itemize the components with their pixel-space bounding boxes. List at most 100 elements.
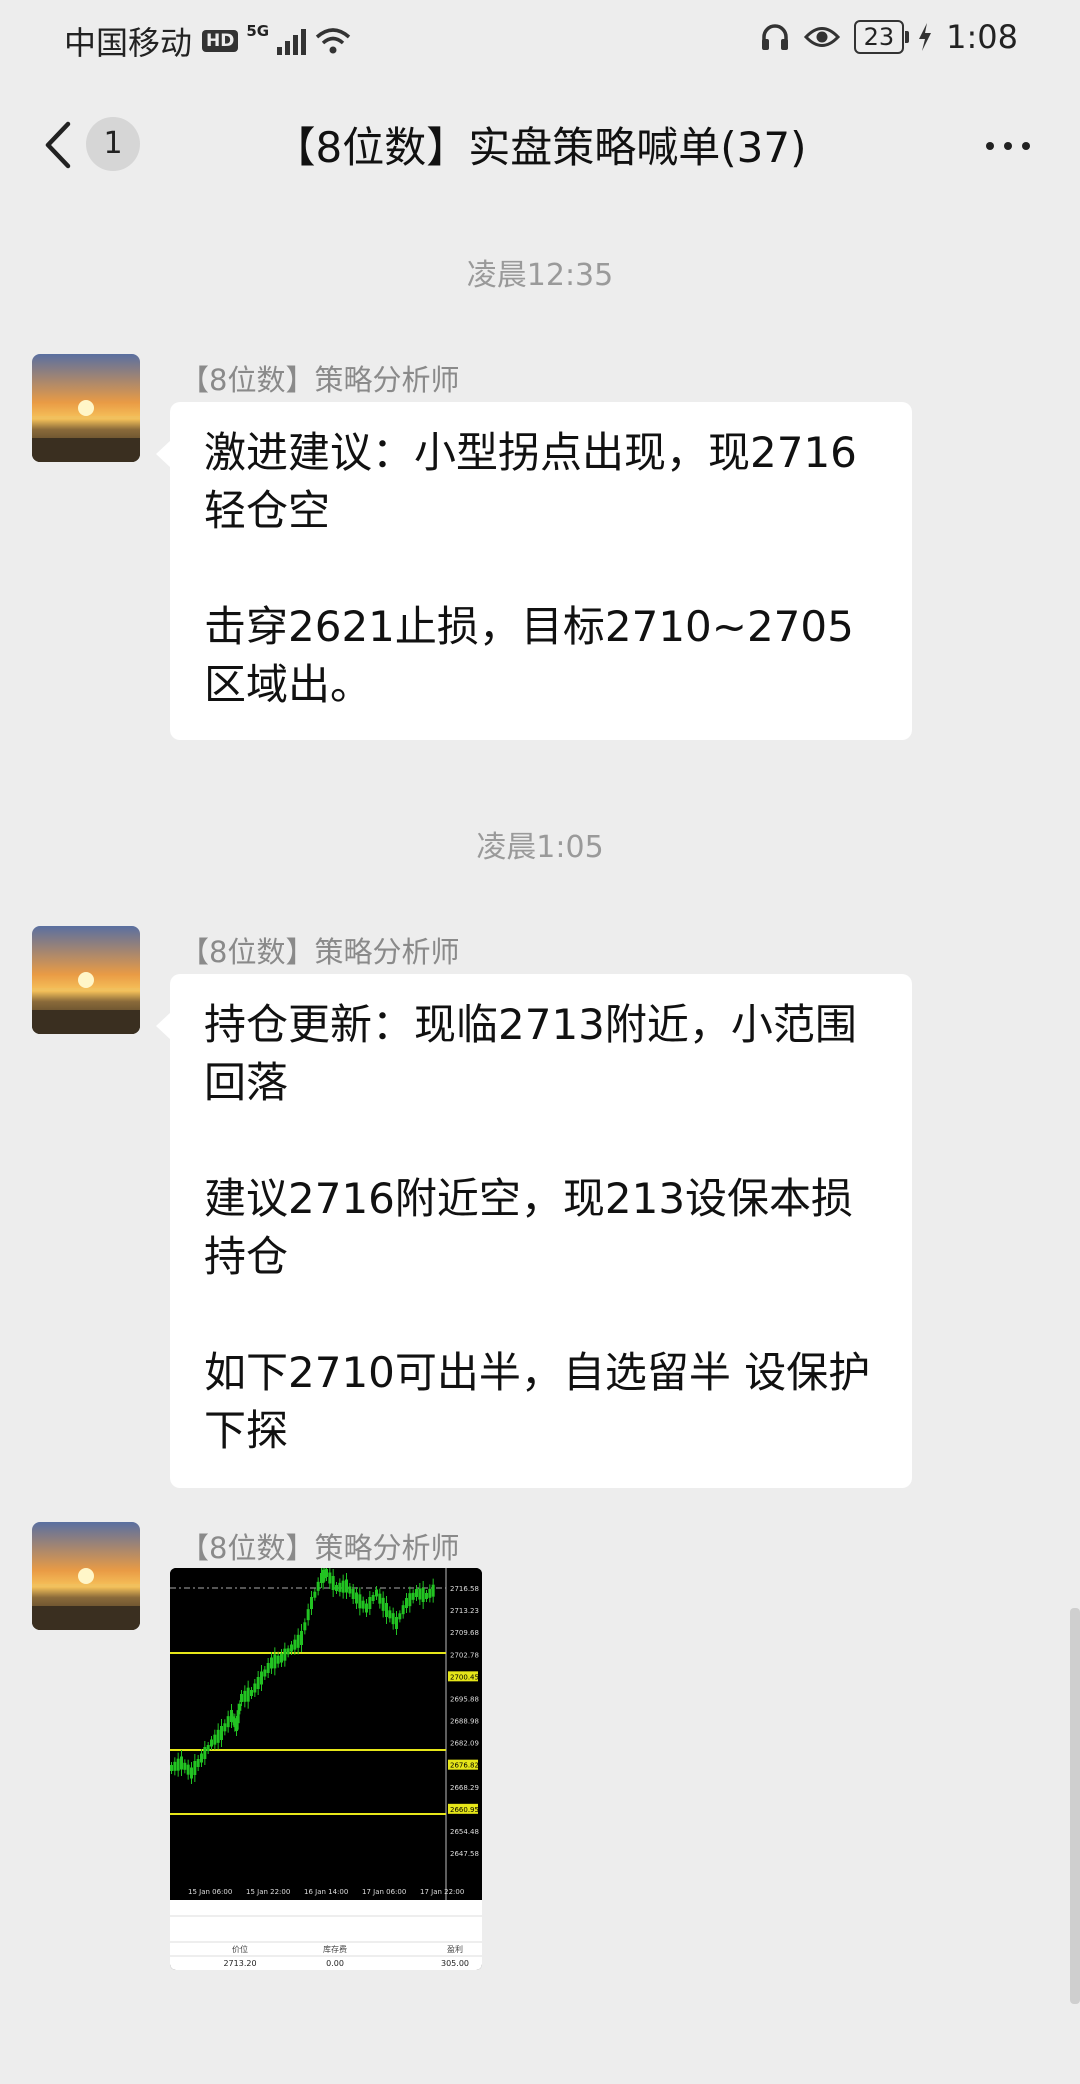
- time-label: 15 Jan 06:00: [188, 1888, 232, 1896]
- candle: [371, 1595, 375, 1601]
- candle: [253, 1683, 257, 1693]
- clock: 1:08: [946, 18, 1018, 56]
- avatar[interactable]: [32, 1522, 140, 1630]
- wifi-icon: [315, 28, 351, 54]
- table-cell: 2713.20: [223, 1959, 256, 1968]
- candle: [385, 1603, 388, 1617]
- unread-count-badge[interactable]: 1: [86, 117, 140, 171]
- candle: [388, 1610, 392, 1619]
- chart-image-message[interactable]: 2716.58 2713.23 2709.68 2702.78 2700.45 2695.…: [170, 1568, 482, 1970]
- candle: [368, 1597, 372, 1609]
- message-text: 如下2710可出半，自选留半 设保护下探: [204, 1348, 871, 1455]
- price-label: 2702.78: [450, 1651, 479, 1659]
- table-header: 价位: [232, 1944, 248, 1954]
- candle: [220, 1726, 223, 1740]
- candle: [395, 1617, 398, 1629]
- price-label: 2654.48: [450, 1828, 479, 1836]
- sunset-avatar-image: [32, 1522, 140, 1630]
- carrier-name: 中国移动: [64, 24, 193, 62]
- candle: [186, 1764, 190, 1775]
- candle: [170, 1765, 173, 1771]
- candle: [355, 1592, 358, 1604]
- candle: [276, 1655, 280, 1664]
- candle: [306, 1609, 310, 1621]
- candle: [290, 1644, 293, 1652]
- candle: [263, 1669, 267, 1677]
- candle: [348, 1586, 352, 1594]
- message-bubble[interactable]: 持仓更新：现临2713附近，小范围回落 建议2716附近空，现213设保本损 持…: [156, 974, 912, 1488]
- candle: [408, 1593, 412, 1607]
- candle: [180, 1756, 183, 1770]
- avatar[interactable]: [32, 354, 140, 462]
- candle: [210, 1739, 213, 1747]
- candle: [431, 1584, 435, 1597]
- price-label: 2682.09: [450, 1740, 479, 1748]
- price-label: 2668.29: [450, 1784, 479, 1792]
- candle: [286, 1648, 290, 1655]
- back-button[interactable]: [36, 120, 86, 170]
- candle: [256, 1677, 260, 1689]
- candle: [190, 1767, 193, 1779]
- time-label: 17 Jan 22:00: [420, 1888, 464, 1896]
- candle: [203, 1747, 207, 1759]
- scrollbar[interactable]: [1070, 1608, 1080, 2004]
- eye-icon: [803, 27, 840, 47]
- price-label: 2716.58: [450, 1585, 479, 1593]
- candle: [411, 1592, 415, 1600]
- candle: [401, 1605, 405, 1615]
- more-options-button[interactable]: [986, 122, 1030, 170]
- sunset-avatar-image: [32, 926, 140, 1034]
- price-chart-screenshot: 2716.58 2713.23 2709.68 2702.78 2700.45 2695.…: [170, 1568, 482, 1970]
- candle: [226, 1716, 230, 1728]
- candle: [428, 1588, 432, 1598]
- candle: [365, 1603, 368, 1613]
- candle: [418, 1588, 422, 1600]
- headphones-icon: [761, 24, 788, 50]
- avatar[interactable]: [32, 926, 140, 1034]
- candle: [216, 1729, 220, 1743]
- battery-icon: 23: [853, 20, 909, 54]
- message-text: 持仓更新：现临2713附近，小范围回落: [204, 1000, 857, 1107]
- time-label: 15 Jan 22:00: [246, 1888, 290, 1896]
- sender-name: 【8位数】策略分析师: [180, 363, 460, 397]
- signal-icon: [277, 29, 307, 55]
- candle: [176, 1758, 180, 1771]
- candle: [338, 1582, 342, 1592]
- sunset-avatar-image: [32, 354, 140, 462]
- candle: [246, 1687, 250, 1702]
- candle: [391, 1613, 395, 1625]
- table-header: 盈利: [447, 1944, 463, 1954]
- price-label: 2700.45: [450, 1673, 479, 1681]
- candle: [300, 1631, 303, 1645]
- candle: [206, 1745, 210, 1751]
- table-cell: 305.00: [441, 1959, 469, 1968]
- candle: [183, 1762, 187, 1770]
- candle: [310, 1597, 313, 1609]
- candle: [270, 1657, 273, 1669]
- candle: [313, 1591, 317, 1598]
- sender-name: 【8位数】策略分析师: [180, 1531, 460, 1565]
- candle: [405, 1598, 408, 1608]
- message-bubble[interactable]: 激进建议：小型拐点出现，现2716轻仓空 击穿2621止损，目标2710~270…: [156, 402, 912, 740]
- candle: [335, 1585, 338, 1591]
- candle: [283, 1648, 287, 1661]
- candle: [266, 1663, 270, 1673]
- candle: [331, 1576, 335, 1590]
- chat-header: 1 【8位数】实盘策略喊单(37): [0, 80, 1080, 208]
- candle: [345, 1579, 348, 1593]
- table-cell: 0.00: [326, 1959, 344, 1968]
- candle: [193, 1761, 197, 1775]
- chat-title: 【8位数】实盘策略喊单(37): [273, 123, 807, 172]
- time-label: 16 Jan 14:00: [304, 1888, 348, 1896]
- candle: [200, 1753, 203, 1763]
- status-right: 23 1:08: [760, 18, 1018, 56]
- message-timestamp: 凌晨12:35: [466, 258, 614, 293]
- candle: [296, 1634, 300, 1648]
- candle: [273, 1654, 277, 1669]
- message-text: 击穿2621止损，目标2710~2705区域出。: [204, 602, 854, 709]
- candle: [280, 1653, 283, 1663]
- candle: [223, 1723, 227, 1732]
- candle: [421, 1588, 425, 1602]
- dot-icon: [1004, 142, 1012, 150]
- candle: [236, 1710, 240, 1724]
